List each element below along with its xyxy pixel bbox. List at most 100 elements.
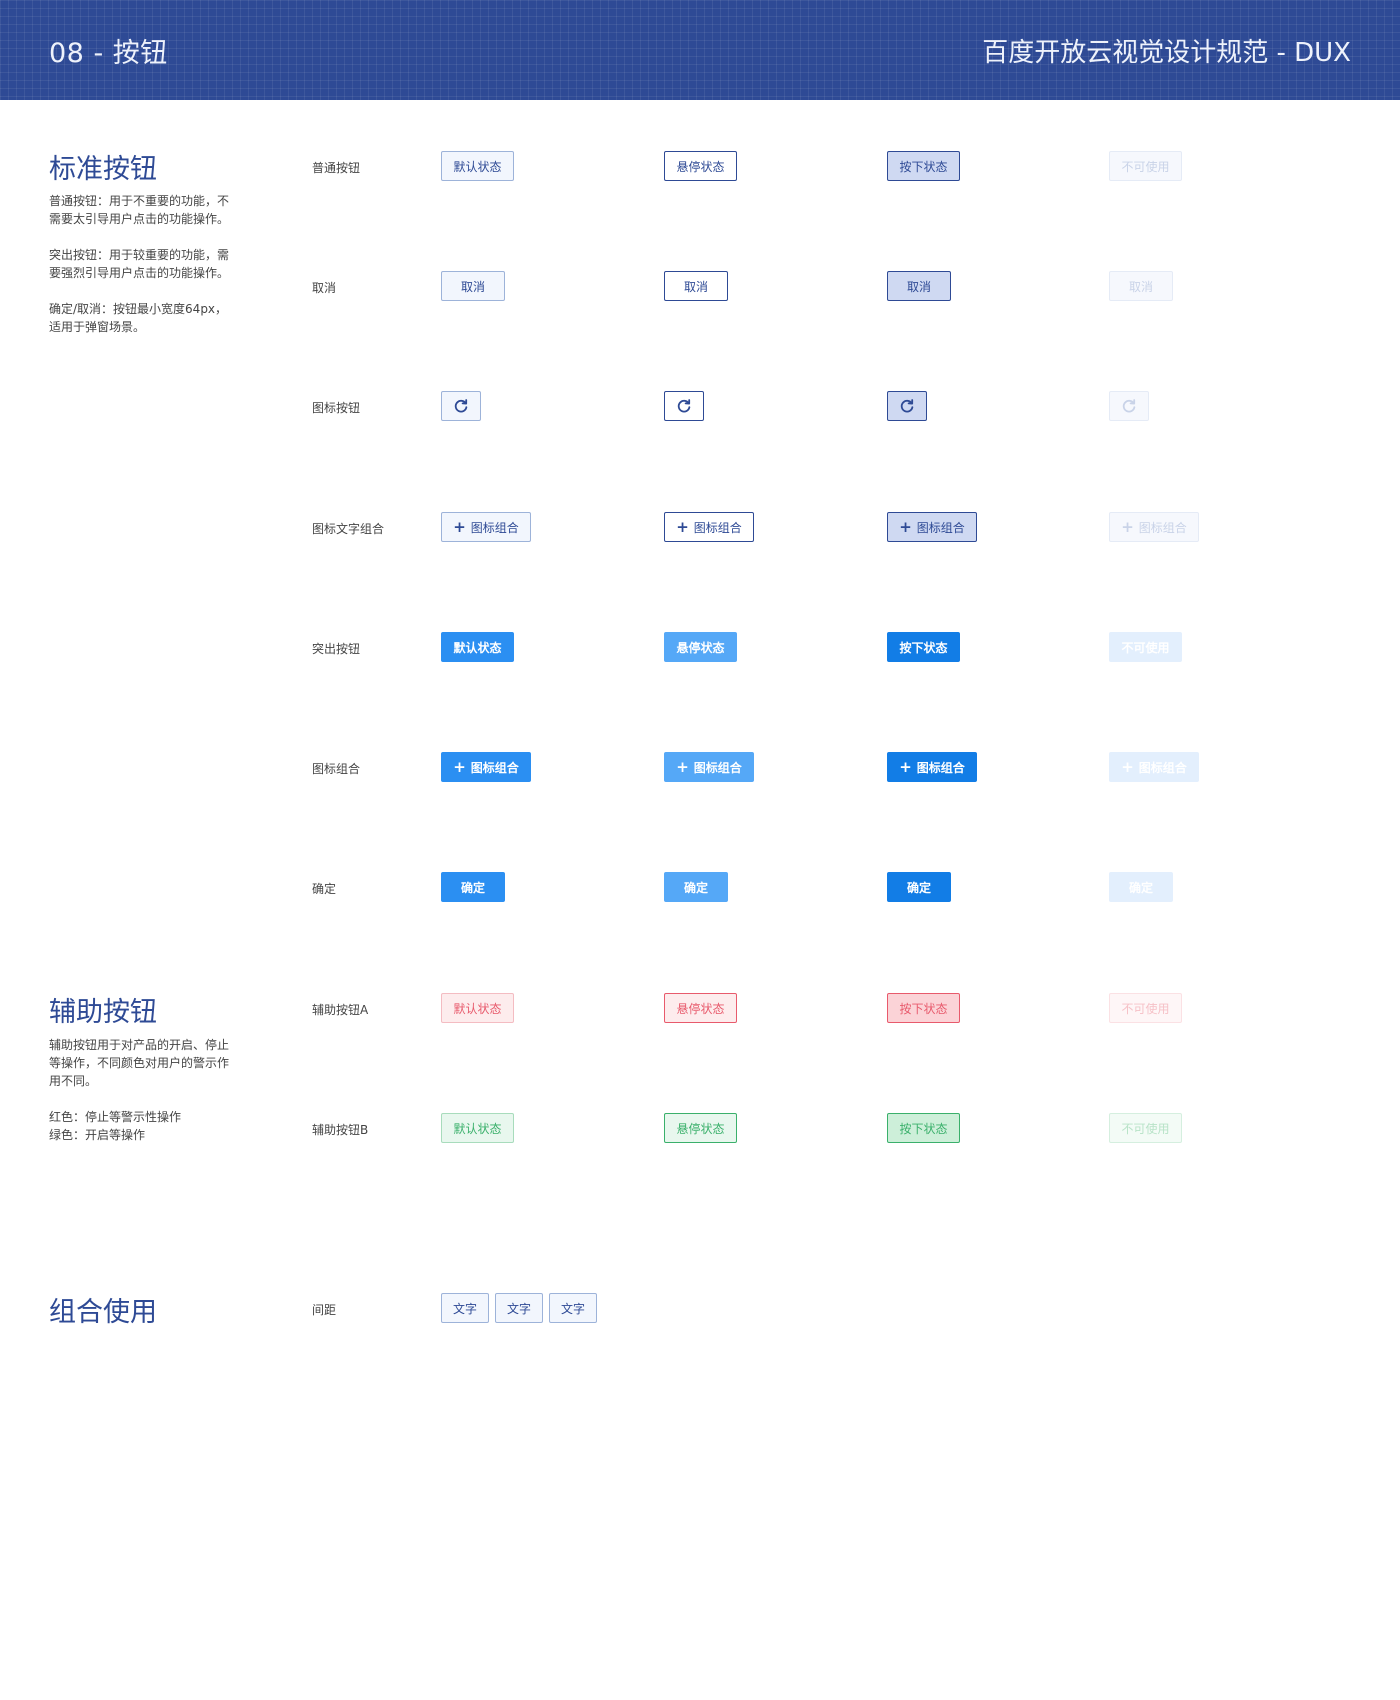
row-label: 图标文字组合: [312, 522, 385, 536]
section-title-combo: 组合使用: [49, 1297, 157, 1328]
button-label: 悬停状态: [676, 1121, 725, 1136]
section-title-auxiliary: 辅助按钮: [49, 997, 157, 1028]
button-label: 图标组合: [916, 520, 965, 535]
section-desc-standard: 普通按钮：用于不重要的功能，不需要太引导用户点击的功能操作。 突出按钮：用于较重…: [49, 192, 234, 354]
button-label: 图标组合: [693, 520, 742, 535]
悬停状态-button-hover[interactable]: 悬停状态: [664, 993, 737, 1023]
button-label: 文字: [560, 1301, 585, 1316]
page-header: 08 - 按钮 百度开放云视觉设计规范 - DUX: [0, 0, 1400, 100]
row-label: 取消: [312, 281, 337, 295]
button-label: 图标组合: [693, 760, 742, 775]
图标组合-button-disabled: + 图标组合: [1109, 752, 1199, 782]
按下状态-button-pressed[interactable]: 按下状态: [887, 1113, 960, 1143]
图标组合-button-hover[interactable]: + 图标组合: [664, 752, 754, 782]
row-label: 辅助按钮B: [312, 1123, 369, 1137]
button-label: 确定: [460, 880, 485, 895]
图标组合-button-pressed[interactable]: + 图标组合: [887, 512, 977, 542]
button-label: 不可使用: [1121, 159, 1170, 174]
按下状态-button-pressed[interactable]: 按下状态: [887, 993, 960, 1023]
desc-auxiliary-button: 辅助按钮用于对产品的开启、停止等操作，不同颜色对用户的警示作用不同。: [49, 1038, 230, 1088]
默认状态-button-default[interactable]: 默认状态: [441, 993, 514, 1023]
button-label: 按下状态: [899, 159, 948, 174]
button-label: 悬停状态: [676, 159, 725, 174]
悬停状态-button-hover[interactable]: 悬停状态: [664, 151, 737, 181]
plus-icon: +: [676, 517, 689, 536]
desc-confirm-cancel: 确定/取消：按钮最小宽度64px，适用于弹窗场景。: [49, 302, 228, 334]
悬停状态-button-hover[interactable]: 悬停状态: [664, 632, 737, 662]
desc-color-meaning: 红色：停止等警示性操作 绿色：开启等操作: [49, 1110, 182, 1142]
图标组合-button-default[interactable]: + 图标组合: [441, 752, 531, 782]
section-title-standard: 标准按钮: [49, 154, 157, 185]
button-label: 取消: [1128, 279, 1153, 294]
desc-normal-button: 普通按钮：用于不重要的功能，不需要太引导用户点击的功能操作。: [49, 194, 230, 226]
button-label: 取消: [460, 279, 485, 294]
文字-button-default[interactable]: 文字: [441, 1293, 489, 1323]
确定-button-hover[interactable]: 确定: [664, 872, 728, 902]
文字-button-default[interactable]: 文字: [495, 1293, 543, 1323]
button-label: 文字: [452, 1301, 477, 1316]
button-label: 不可使用: [1121, 640, 1170, 655]
取消-button-disabled: 取消: [1109, 271, 1173, 301]
默认状态-button-default[interactable]: 默认状态: [441, 1113, 514, 1143]
section-desc-auxiliary: 辅助按钮用于对产品的开启、停止等操作，不同颜色对用户的警示作用不同。 红色：停止…: [49, 1036, 234, 1162]
button-label: 不可使用: [1121, 1121, 1170, 1136]
icon-button-hover[interactable]: [664, 391, 704, 421]
icon-button-default[interactable]: [441, 391, 481, 421]
button-label: 确定: [683, 880, 708, 895]
button-label: 图标组合: [470, 520, 519, 535]
button-label: 悬停状态: [676, 640, 725, 655]
button-label: 默认状态: [453, 1001, 502, 1016]
refresh-icon: [453, 398, 469, 414]
图标组合-button-disabled: + 图标组合: [1109, 512, 1199, 542]
icon-button-disabled: [1109, 391, 1149, 421]
悬停状态-button-hover[interactable]: 悬停状态: [664, 1113, 737, 1143]
row-label: 突出按钮: [312, 642, 361, 656]
默认状态-button-default[interactable]: 默认状态: [441, 632, 514, 662]
button-label: 默认状态: [453, 640, 502, 655]
button-label: 图标组合: [470, 760, 519, 775]
plus-icon: +: [1121, 517, 1134, 536]
button-label: 图标组合: [1138, 520, 1187, 535]
button-label: 按下状态: [899, 640, 948, 655]
plus-icon: +: [676, 757, 689, 776]
button-label: 图标组合: [1138, 760, 1187, 775]
确定-button-pressed[interactable]: 确定: [887, 872, 951, 902]
button-label: 不可使用: [1121, 1001, 1170, 1016]
plus-icon: +: [453, 757, 466, 776]
不可使用-button-disabled: 不可使用: [1109, 1113, 1182, 1143]
row-label: 确定: [312, 882, 337, 896]
文字-button-default[interactable]: 文字: [549, 1293, 597, 1323]
button-label: 确定: [906, 880, 931, 895]
button-label: 取消: [906, 279, 931, 294]
row-label: 辅助按钮A: [312, 1003, 369, 1017]
spec-title: 百度开放云视觉设计规范 - DUX: [982, 38, 1351, 68]
不可使用-button-disabled: 不可使用: [1109, 632, 1182, 662]
button-label: 默认状态: [453, 1121, 502, 1136]
plus-icon: +: [1121, 757, 1134, 776]
plus-icon: +: [899, 517, 912, 536]
取消-button-pressed[interactable]: 取消: [887, 271, 951, 301]
row-label: 图标按钮: [312, 401, 361, 415]
取消-button-default[interactable]: 取消: [441, 271, 505, 301]
refresh-icon: [1121, 398, 1137, 414]
图标组合-button-default[interactable]: + 图标组合: [441, 512, 531, 542]
图标组合-button-hover[interactable]: + 图标组合: [664, 512, 754, 542]
默认状态-button-default[interactable]: 默认状态: [441, 151, 514, 181]
plus-icon: +: [453, 517, 466, 536]
refresh-icon: [899, 398, 915, 414]
button-label: 悬停状态: [676, 1001, 725, 1016]
row-label: 图标组合: [312, 762, 361, 776]
button-label: 确定: [1128, 880, 1153, 895]
desc-primary-button: 突出按钮：用于较重要的功能，需要强烈引导用户点击的功能操作。: [49, 248, 230, 280]
row-label: 普通按钮: [312, 161, 361, 175]
button-label: 文字: [506, 1301, 531, 1316]
chapter-title: 08 - 按钮: [49, 38, 168, 69]
图标组合-button-pressed[interactable]: + 图标组合: [887, 752, 977, 782]
取消-button-hover[interactable]: 取消: [664, 271, 728, 301]
按下状态-button-pressed[interactable]: 按下状态: [887, 151, 960, 181]
按下状态-button-pressed[interactable]: 按下状态: [887, 632, 960, 662]
button-label: 按下状态: [899, 1121, 948, 1136]
确定-button-default[interactable]: 确定: [441, 872, 505, 902]
icon-button-pressed[interactable]: [887, 391, 927, 421]
确定-button-disabled: 确定: [1109, 872, 1173, 902]
